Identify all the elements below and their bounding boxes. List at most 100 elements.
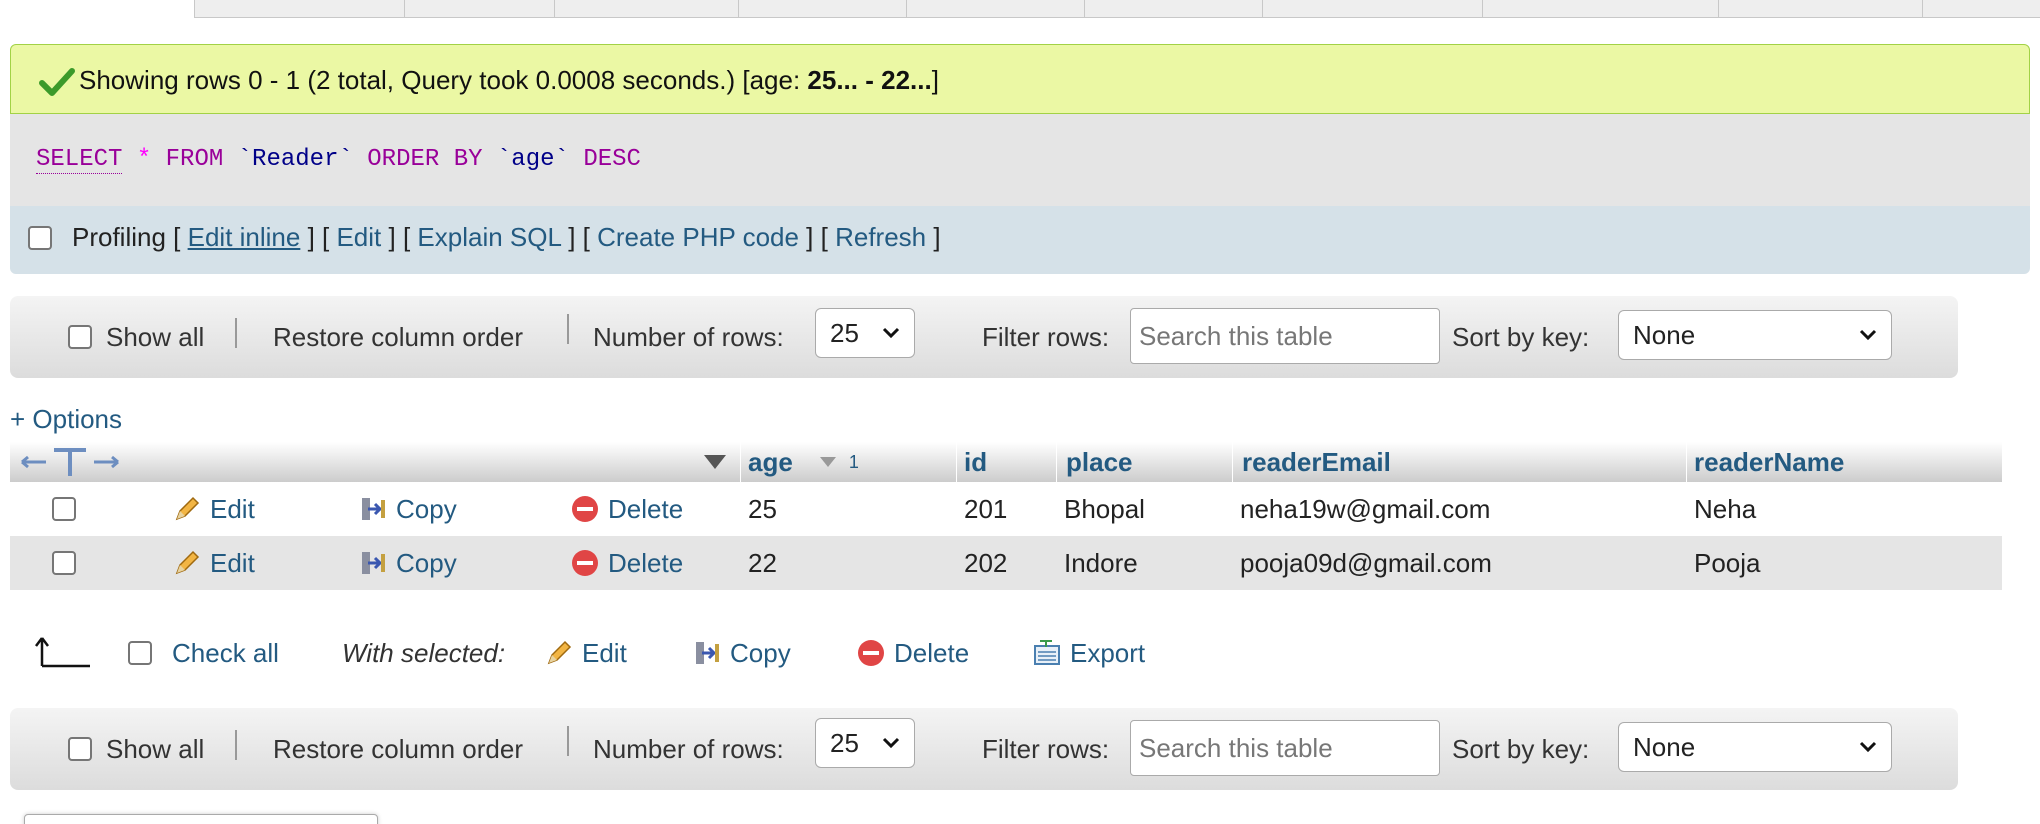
show-all-label[interactable]: Show all (106, 734, 204, 765)
row-copy-button[interactable]: Copy (358, 536, 457, 590)
arrow-up-left-icon (35, 637, 90, 668)
cell-age[interactable]: 22 (748, 536, 777, 590)
cell-reader-email[interactable]: pooja09d@gmail.com (1240, 536, 1492, 590)
column-header-age[interactable]: age 1 (748, 442, 859, 482)
profiling-label: Profiling (72, 222, 166, 252)
tab[interactable] (738, 0, 906, 18)
chevron-down-icon (1859, 329, 1877, 341)
number-of-rows-label: Number of rows: (593, 733, 784, 764)
bulk-actions-bar: Check all With selected: Edit Copy Delet… (0, 626, 1400, 680)
export-icon (1034, 640, 1060, 665)
tab[interactable] (404, 0, 554, 18)
refresh-link[interactable]: Refresh (835, 222, 926, 252)
show-all-label[interactable]: Show all (106, 322, 204, 353)
column-visibility-dropdown-icon[interactable] (702, 452, 728, 472)
cell-reader-email[interactable]: neha19w@gmail.com (1240, 482, 1490, 536)
tab[interactable] (554, 0, 738, 18)
sort-by-key-label: Sort by key: (1452, 321, 1590, 352)
row-delete-button[interactable]: Delete (570, 536, 683, 590)
chevron-down-icon (882, 327, 900, 339)
sort-descending-icon (819, 457, 836, 467)
column-header-place[interactable]: place (1066, 442, 1133, 482)
filter-rows-label: Filter rows: (982, 733, 1110, 764)
tab[interactable] (906, 0, 1084, 18)
copy-icon (362, 498, 385, 520)
bulk-copy-button[interactable]: Copy (692, 626, 791, 680)
filter-rows-input[interactable] (1130, 720, 1440, 776)
separator (567, 726, 569, 756)
explain-sql-link[interactable]: Explain SQL (417, 222, 561, 252)
table-navigation-top: Show all Restore column order Number of … (10, 296, 1958, 378)
cell-reader-name[interactable]: Neha (1694, 482, 1756, 536)
show-all-checkbox[interactable] (68, 737, 92, 761)
row-copy-button[interactable]: Copy (358, 482, 457, 536)
copy-icon (362, 552, 385, 574)
row-checkbox[interactable] (52, 497, 76, 521)
edit-query-link[interactable]: Edit (336, 222, 381, 252)
column-header-id[interactable]: id (964, 442, 987, 482)
edit-inline-link[interactable]: Edit inline (188, 222, 301, 252)
column-resize-icon[interactable] (18, 446, 122, 478)
cell-age[interactable]: 25 (748, 482, 777, 536)
check-all-control[interactable]: Check all (128, 626, 279, 680)
tab[interactable] (1718, 0, 1922, 18)
tab[interactable] (1084, 0, 1262, 18)
filter-rows-input[interactable] (1130, 308, 1440, 364)
column-header-reader-email[interactable]: readerEmail (1242, 442, 1391, 482)
row-edit-button[interactable]: Edit (172, 536, 255, 590)
cell-id[interactable]: 201 (964, 482, 1007, 536)
pencil-icon (547, 640, 572, 665)
query-results-operations-box (24, 814, 378, 824)
query-result-text: Showing rows 0 - 1 (2 total, Query took … (79, 65, 939, 95)
table-navigation-bottom: Show all Restore column order Number of … (10, 708, 1958, 790)
create-php-code-link[interactable]: Create PHP code (597, 222, 799, 252)
sort-order-number: 1 (848, 451, 859, 472)
bulk-export-button[interactable]: Export (1032, 626, 1145, 680)
with-selected-label: With selected: (342, 637, 506, 668)
row-checkbox[interactable] (52, 551, 76, 575)
bulk-delete-button[interactable]: Delete (856, 626, 969, 680)
number-of-rows-label: Number of rows: (593, 321, 784, 352)
options-toggle[interactable]: + Options (10, 404, 122, 435)
sort-by-key-select[interactable]: None (1618, 722, 1892, 772)
cell-place[interactable]: Bhopal (1064, 482, 1145, 536)
table-row: Edit Copy Delete 25 201 Bhopal neha19w@g… (10, 482, 2002, 536)
separator (235, 318, 237, 348)
profiling-checkbox[interactable] (28, 226, 52, 250)
separator (567, 314, 569, 344)
show-all-checkbox[interactable] (68, 325, 92, 349)
table-row: Edit Copy Delete 22 202 Indore pooja09d@… (10, 536, 2002, 590)
copy-icon (696, 642, 719, 664)
sql-select-keyword[interactable]: SELECT (36, 146, 123, 174)
delete-icon (858, 640, 884, 666)
tab[interactable] (194, 0, 404, 18)
row-delete-button[interactable]: Delete (570, 482, 683, 536)
delete-icon (572, 496, 598, 522)
sort-by-key-select[interactable]: None (1618, 310, 1892, 360)
check-all-checkbox[interactable] (128, 641, 152, 665)
chevron-down-icon (882, 737, 900, 749)
cell-reader-name[interactable]: Pooja (1694, 536, 1761, 590)
delete-icon (572, 550, 598, 576)
tab[interactable] (1922, 0, 2040, 18)
cell-place[interactable]: Indore (1064, 536, 1138, 590)
row-edit-button[interactable]: Edit (172, 482, 255, 536)
sql-query-box: SELECT * FROM `Reader` ORDER BY `age` DE… (10, 114, 2030, 206)
restore-column-order-button[interactable]: Restore column order (273, 296, 523, 378)
number-of-rows-select[interactable]: 25 (815, 718, 915, 768)
table-header: age 1 id place readerEmail readerName (10, 442, 2002, 482)
check-all-label[interactable]: Check all (172, 638, 279, 669)
top-tab-strip (0, 0, 2040, 18)
checkmark-icon (39, 68, 75, 96)
number-of-rows-select[interactable]: 25 (815, 308, 915, 358)
tab[interactable] (1482, 0, 1718, 18)
restore-column-order-button[interactable]: Restore column order (273, 708, 523, 790)
tab[interactable] (1262, 0, 1482, 18)
pencil-icon (175, 550, 200, 575)
column-header-reader-name[interactable]: readerName (1694, 442, 1844, 482)
bulk-edit-button[interactable]: Edit (544, 626, 627, 680)
profiling-bar: Profiling [ Edit inline ] [ Edit ] [ Exp… (10, 206, 2030, 274)
chevron-down-icon (1859, 741, 1877, 753)
cell-id[interactable]: 202 (964, 536, 1007, 590)
separator (235, 730, 237, 760)
